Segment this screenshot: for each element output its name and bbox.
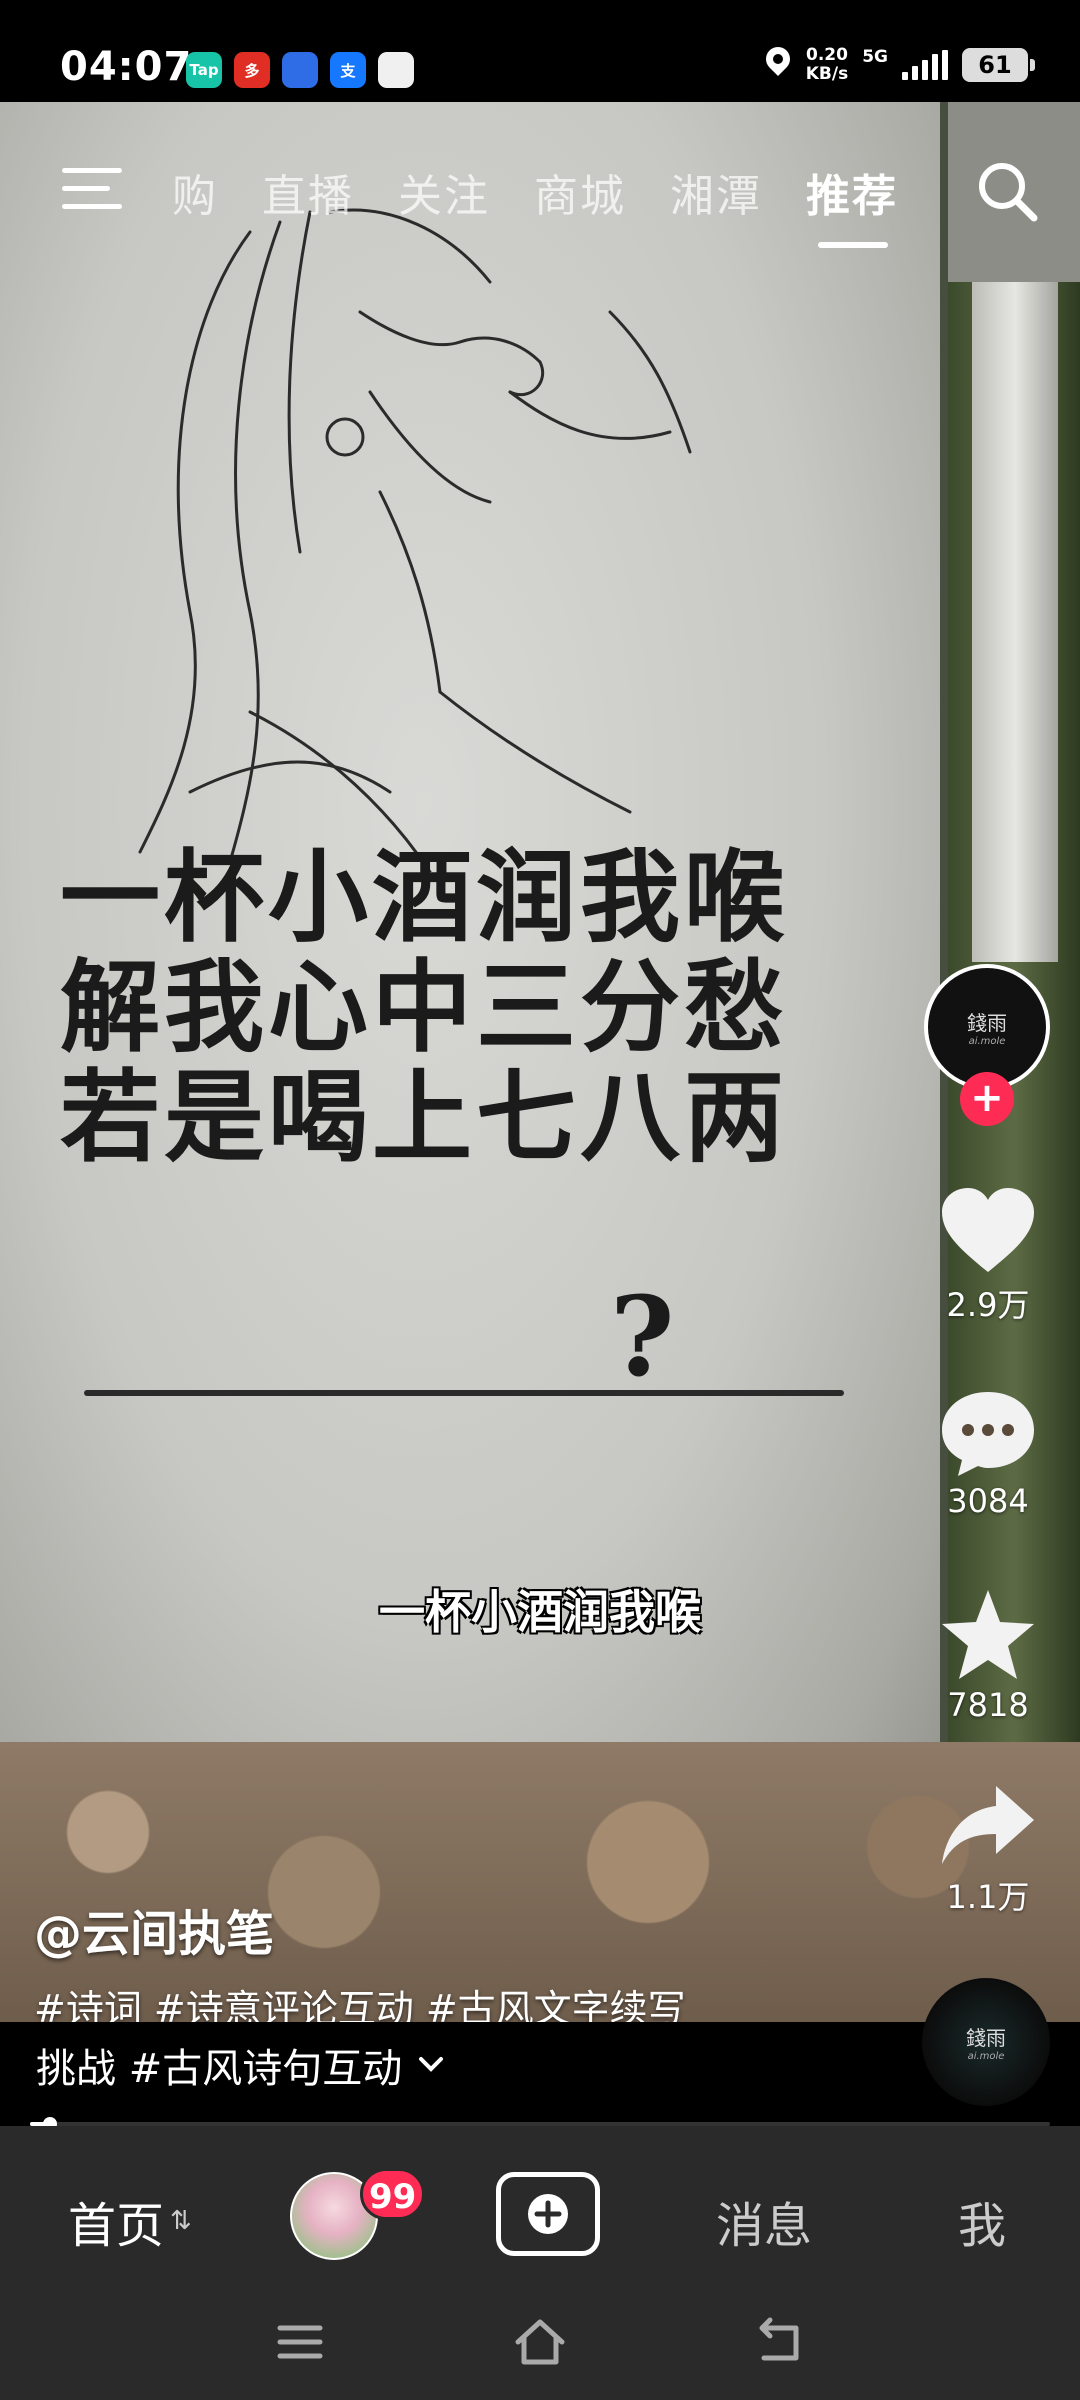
swap-icon: ⇅ xyxy=(170,2206,192,2236)
alipay-icon: 支 xyxy=(330,52,366,88)
music-disc[interactable]: 錢雨 ai.mole xyxy=(922,1978,1050,2106)
challenge-link[interactable]: 挑战 #古风诗句互动 xyxy=(36,2036,444,2094)
home-icon[interactable] xyxy=(512,2314,568,2370)
plus-icon xyxy=(528,2194,568,2234)
wall-question-mark: ? xyxy=(610,1272,675,1401)
tab-local[interactable]: 湘潭 xyxy=(670,160,762,224)
net-speed: 0.20 KB/s xyxy=(806,46,848,84)
like-count: 2.9万 xyxy=(946,1286,1030,1324)
feather-icon xyxy=(282,52,318,88)
comment-icon xyxy=(942,1392,1034,1476)
network-label: 5G xyxy=(862,46,888,67)
net-speed-unit: KB/s xyxy=(805,64,849,84)
favorite-count: 7818 xyxy=(947,1686,1029,1724)
net-speed-value: 0.20 xyxy=(805,45,848,65)
share-count: 1.1万 xyxy=(946,1878,1030,1916)
tab-group-buy[interactable]: 团购 xyxy=(170,160,218,224)
nav-home[interactable]: 首页 ⇅ xyxy=(68,2186,192,2256)
comment-button[interactable]: 3084 xyxy=(918,1388,1058,1520)
follow-plus-button[interactable]: + xyxy=(960,1072,1014,1126)
tab-live[interactable]: 直播 xyxy=(262,160,354,224)
comment-count: 3084 xyxy=(947,1482,1029,1520)
top-tabs: 团购 直播 关注 商城 湘潭 推荐 xyxy=(170,160,898,248)
back-icon[interactable] xyxy=(752,2314,808,2370)
location-icon xyxy=(764,47,792,83)
challenge-label: 挑战 #古风诗句互动 xyxy=(36,2046,403,2092)
wall-line-1: 一杯小酒润我喉 xyxy=(60,838,788,956)
wall-blank-line xyxy=(84,1390,844,1396)
taptap-icon: Tap xyxy=(186,52,222,88)
video-player[interactable]: 一杯小酒润我喉 解我心中三分愁 若是喝上七八两 ? xyxy=(0,102,1080,2022)
network-type: 5G xyxy=(862,46,888,83)
signal-bars-icon xyxy=(902,50,948,80)
battery-icon: 61 xyxy=(962,48,1035,82)
status-time: 04:07 xyxy=(60,44,193,90)
author-name[interactable]: @云间执笔 xyxy=(34,1894,274,1964)
notification-badge: 99 xyxy=(360,2168,426,2220)
avatar-subtext: ai.mole xyxy=(968,1036,1006,1047)
heart-icon xyxy=(942,1188,1034,1272)
music-disc-text: 錢雨 xyxy=(966,2026,1006,2050)
share-icon xyxy=(942,1786,1034,1864)
status-right: 0.20 KB/s 5G 61 xyxy=(764,46,1035,84)
contact-icon xyxy=(378,52,414,88)
wall-line-3: 若是喝上七八两 xyxy=(60,1058,788,1176)
wall-line-2: 解我心中三分愁 xyxy=(60,948,788,1066)
wall-poem: 一杯小酒润我喉 解我心中三分愁 若是喝上七八两 xyxy=(60,842,860,1172)
nav-messages[interactable]: 消息 xyxy=(716,2186,812,2256)
status-bar: 04:07 Tap 多 支 0.20 KB/s 5G 61 xyxy=(0,0,1080,102)
like-button[interactable]: 2.9万 xyxy=(918,1186,1058,1326)
sketch-drawing xyxy=(138,208,692,872)
nav-me[interactable]: 我 xyxy=(958,2186,1006,2256)
avatar-text: 錢雨 xyxy=(967,1011,1007,1035)
chevron-down-icon xyxy=(419,2057,444,2072)
tab-recommended[interactable]: 推荐 xyxy=(806,160,898,248)
music-disc-subtext: ai.mole xyxy=(967,2051,1005,2062)
recent-apps-icon[interactable] xyxy=(272,2314,328,2370)
nav-home-label: 首页 xyxy=(68,2198,165,2254)
share-button[interactable]: 1.1万 xyxy=(918,1782,1058,1918)
tab-mall[interactable]: 商城 xyxy=(534,160,626,224)
search-icon[interactable] xyxy=(974,158,1040,224)
pinduoduo-icon: 多 xyxy=(234,52,270,88)
create-button[interactable] xyxy=(496,2172,600,2256)
notification-app-icons: Tap 多 支 xyxy=(186,52,414,88)
pillar-column xyxy=(972,282,1058,962)
subtitle-caption: 一杯小酒润我喉 xyxy=(379,1585,701,1639)
signal-icon xyxy=(862,69,888,83)
tab-following[interactable]: 关注 xyxy=(398,160,490,224)
menu-icon[interactable] xyxy=(62,168,122,212)
